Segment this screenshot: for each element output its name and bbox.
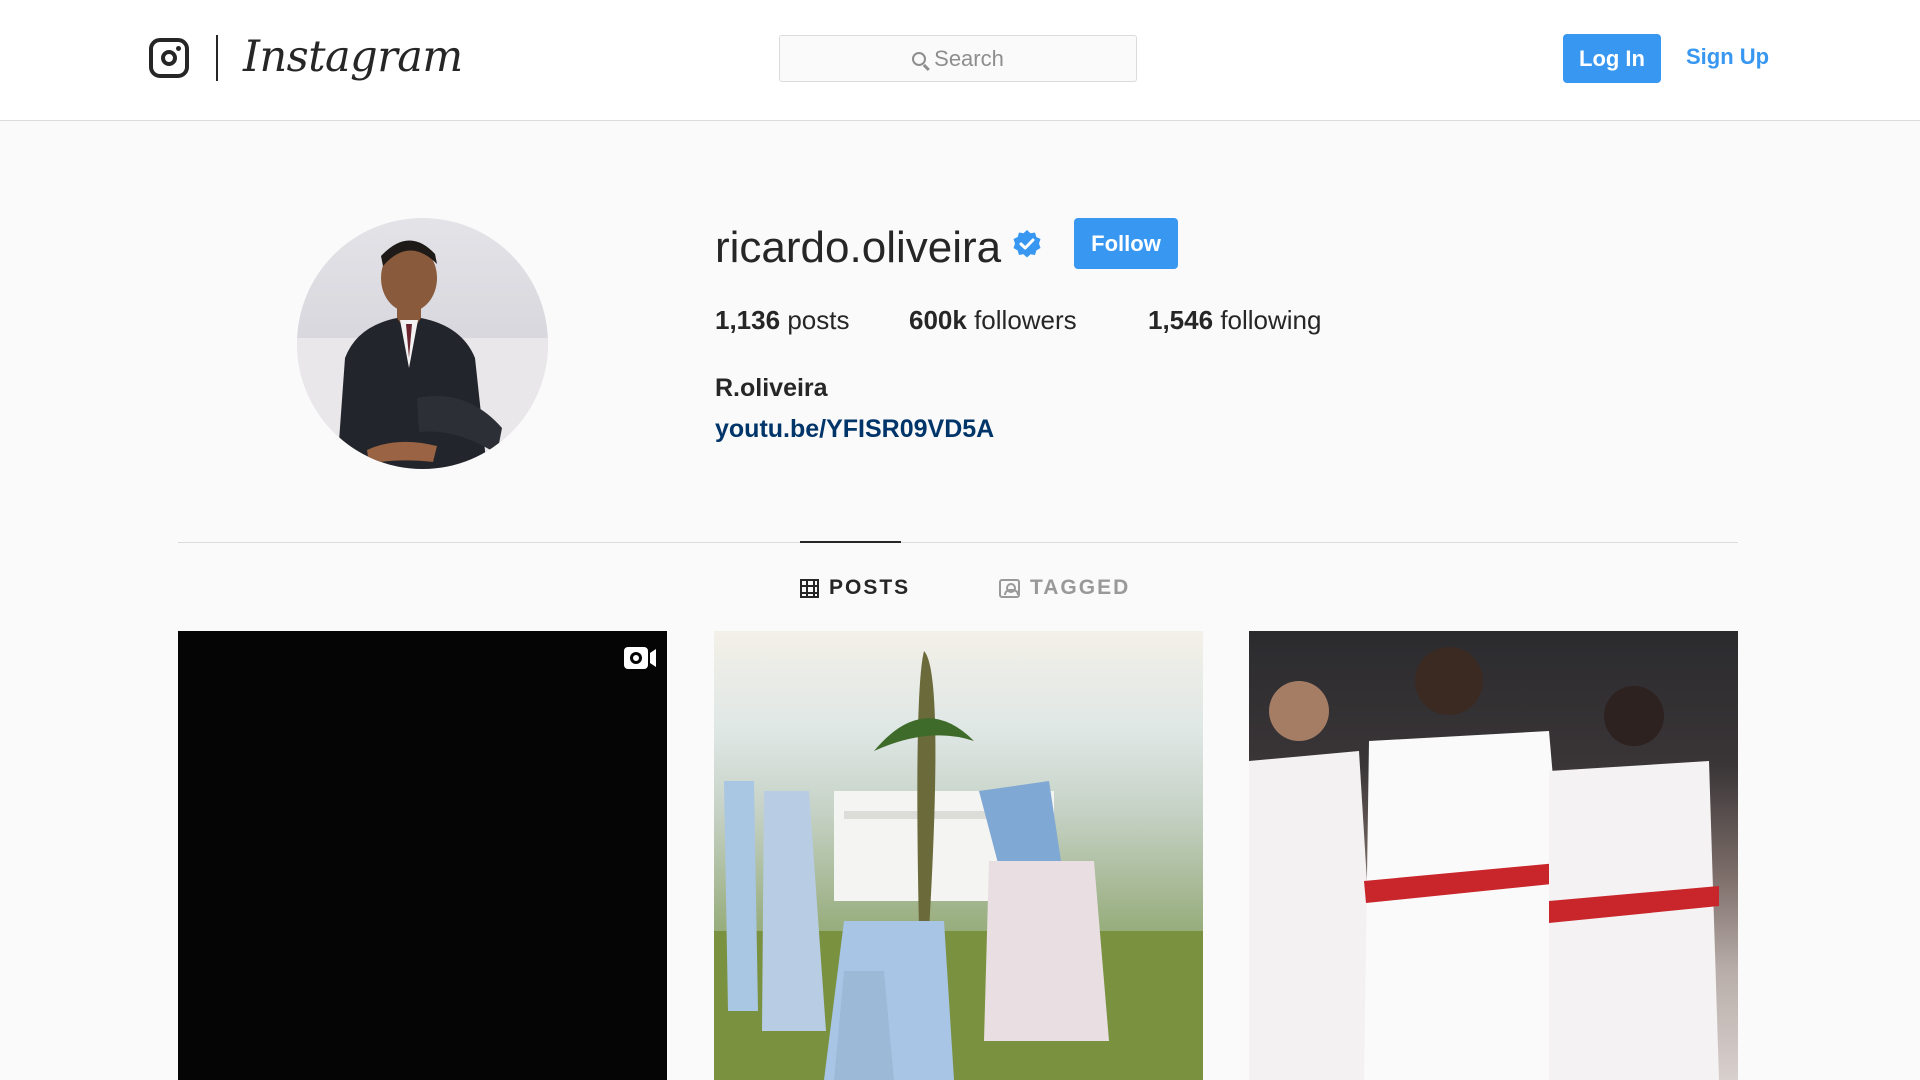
- verified-badge-icon: [1013, 230, 1041, 258]
- bio-link[interactable]: youtu.be/YFISR09VD5A: [715, 414, 994, 444]
- active-tab-indicator: [800, 541, 901, 543]
- instagram-camera-icon[interactable]: [149, 38, 189, 78]
- post-thumbnail-video[interactable]: [178, 631, 667, 1080]
- avatar-photo: [297, 240, 548, 469]
- followers-stat[interactable]: 600k followers: [909, 305, 1077, 335]
- log-in-button[interactable]: Log In: [1563, 34, 1661, 83]
- grid-icon: [800, 578, 819, 598]
- profile-username: ricardo.oliveira: [715, 223, 1002, 272]
- posts-count: 1,136: [715, 305, 781, 335]
- following-count: 1,546: [1148, 305, 1214, 335]
- tagged-icon: [999, 578, 1020, 598]
- profile-full-name: R.oliveira: [715, 374, 828, 402]
- family-photo: [714, 651, 1203, 1080]
- followers-count: 600k: [909, 305, 967, 335]
- top-navigation-bar: Instagram Search Log In Sign Up: [0, 0, 1920, 121]
- posts-count-stat: 1,136 posts: [715, 305, 849, 335]
- follow-button[interactable]: Follow: [1074, 218, 1178, 269]
- followers-label: followers: [974, 305, 1077, 335]
- posts-label: posts: [787, 305, 850, 335]
- tabs-divider: [178, 542, 1738, 543]
- tab-tagged-label: TAGGED: [1030, 576, 1131, 599]
- search-icon: [912, 51, 927, 66]
- post-thumbnail-family-photo[interactable]: [714, 631, 1203, 1080]
- sign-up-link[interactable]: Sign Up: [1686, 43, 1769, 71]
- search-placeholder: Search: [934, 45, 1004, 71]
- search-input[interactable]: Search: [779, 35, 1137, 82]
- header-divider: [216, 35, 218, 81]
- post-thumbnail-team-photo[interactable]: [1249, 631, 1738, 1080]
- following-stat[interactable]: 1,546 following: [1148, 305, 1321, 335]
- profile-avatar: [297, 218, 548, 469]
- team-photo: [1249, 647, 1719, 1080]
- igtv-icon: [624, 647, 656, 669]
- instagram-wordmark[interactable]: Instagram: [243, 31, 463, 83]
- tab-tagged[interactable]: TAGGED: [999, 574, 1130, 602]
- tab-posts[interactable]: POSTS: [800, 574, 910, 602]
- following-label: following: [1220, 305, 1322, 335]
- tab-posts-label: POSTS: [829, 576, 911, 599]
